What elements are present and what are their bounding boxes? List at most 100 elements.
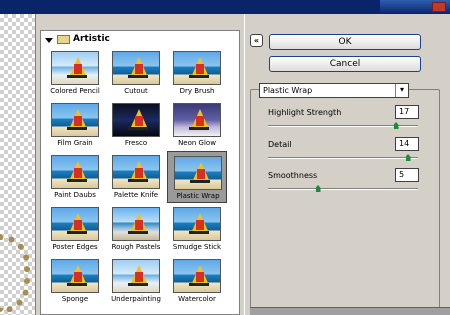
filter-thumb-neon-glow[interactable]: Neon Glow [167, 99, 227, 151]
detail-slider-track[interactable] [268, 157, 418, 159]
filter-preview-image [112, 155, 160, 189]
filter-label: Colored Pencil [50, 87, 100, 95]
filter-label: Smudge Stick [172, 243, 222, 251]
filter-preview-image [112, 51, 160, 85]
folder-icon [57, 35, 70, 44]
boat-hull [189, 127, 209, 130]
boat-sail2 [135, 272, 143, 282]
ok-button[interactable]: OK [269, 34, 421, 50]
smoothness-label: Smoothness [268, 171, 318, 180]
boat-sail2 [74, 168, 82, 178]
filter-preview-image [173, 51, 221, 85]
filter-select-value: Plastic Wrap [263, 86, 313, 95]
preview-image-rope [0, 234, 30, 314]
boat-sail2 [74, 116, 82, 126]
filter-label: Rough Pastels [111, 243, 161, 251]
boat-sail2 [74, 64, 82, 74]
boat-hull [67, 179, 87, 182]
filter-thumb-film-grain[interactable]: Film Grain [45, 99, 105, 151]
highlight-strength-input[interactable]: 17 [395, 105, 419, 119]
boat-hull [128, 75, 148, 78]
filter-thumb-smudge-stick[interactable]: Smudge Stick [167, 203, 227, 255]
boat-sail2 [197, 169, 205, 179]
expand-triangle-icon[interactable] [45, 38, 53, 43]
filter-label: Cutout [124, 87, 148, 95]
smoothness-input[interactable]: 5 [395, 168, 419, 182]
category-header[interactable]: Artistic [43, 33, 233, 47]
boat-sail2 [196, 64, 204, 74]
boat-hull [128, 231, 148, 234]
detail-input[interactable]: 14 [395, 137, 419, 151]
boat-sail2 [74, 220, 82, 230]
filter-thumb-cutout[interactable]: Cutout [106, 47, 166, 99]
boat-hull [67, 127, 87, 130]
boat-sail2 [196, 272, 204, 282]
boat-sail2 [135, 116, 143, 126]
filter-thumb-fresco[interactable]: Fresco [106, 99, 166, 151]
collapse-gallery-button[interactable]: « [250, 34, 263, 47]
filter-preview-image [112, 259, 160, 293]
filter-options-box [250, 89, 440, 315]
filter-label: Film Grain [57, 139, 93, 147]
filter-thumb-watercolor[interactable]: Watercolor [167, 255, 227, 307]
filter-thumb-rough-pastels[interactable]: Rough Pastels [106, 203, 166, 255]
boat-sail2 [196, 116, 204, 126]
cancel-button[interactable]: Cancel [269, 56, 421, 72]
filter-label: Poster Edges [52, 243, 98, 251]
filter-label: Paint Daubs [54, 191, 96, 199]
smoothness-slider-track[interactable] [268, 188, 418, 190]
filter-preview-image [51, 259, 99, 293]
image-preview[interactable] [0, 14, 36, 315]
filter-preview-image [51, 103, 99, 137]
filter-preview-image [51, 155, 99, 189]
filter-label: Underpainting [111, 295, 161, 303]
filter-preview-image [174, 156, 222, 190]
category-title: Artistic [73, 34, 110, 44]
filter-preview-image [51, 51, 99, 85]
boat-sail2 [74, 272, 82, 282]
boat-hull [128, 283, 148, 286]
boat-hull [67, 283, 87, 286]
boat-hull [67, 231, 87, 234]
filter-gallery: Artistic Colored Pencil Cutout Dry Brush Fi… [40, 30, 240, 315]
filter-label: Fresco [124, 139, 148, 147]
filter-thumb-poster-edges[interactable]: Poster Edges [45, 203, 105, 255]
filter-preview-image [173, 207, 221, 241]
filter-preview-image [173, 259, 221, 293]
filter-thumb-colored-pencil[interactable]: Colored Pencil [45, 47, 105, 99]
detail-label: Detail [268, 140, 292, 149]
filter-label: Neon Glow [178, 139, 216, 147]
filter-select[interactable]: Plastic Wrap ▾ [259, 83, 409, 98]
chevron-down-icon[interactable]: ▾ [395, 84, 408, 97]
boat-hull [67, 75, 87, 78]
boat-hull [128, 127, 148, 130]
filter-label: Sponge [61, 295, 89, 303]
boat-hull [189, 75, 209, 78]
filter-thumb-palette-knife[interactable]: Palette Knife [106, 151, 166, 203]
filter-label: Plastic Wrap [176, 192, 220, 200]
boat-hull [189, 283, 209, 286]
close-icon[interactable] [432, 2, 446, 12]
boat-sail2 [135, 220, 143, 230]
filter-preview-image [112, 207, 160, 241]
boat-sail2 [196, 220, 204, 230]
filter-preview-image [112, 103, 160, 137]
boat-hull [190, 180, 210, 183]
filter-label: Dry Brush [179, 87, 215, 95]
boat-sail2 [135, 64, 143, 74]
filter-preview-image [51, 207, 99, 241]
filter-label: Palette Knife [113, 191, 159, 199]
title-bar [0, 0, 450, 14]
filter-thumb-sponge[interactable]: Sponge [45, 255, 105, 307]
boat-sail2 [135, 168, 143, 178]
filter-label: Watercolor [178, 295, 216, 303]
filter-preview-image [173, 103, 221, 137]
filter-thumb-underpainting[interactable]: Underpainting [106, 255, 166, 307]
boat-hull [128, 179, 148, 182]
filter-thumb-plastic-wrap[interactable]: Plastic Wrap [167, 151, 227, 203]
effect-layers-strip [250, 307, 450, 315]
filter-thumb-dry-brush[interactable]: Dry Brush [167, 47, 227, 99]
highlight-strength-label: Highlight Strength [268, 108, 342, 117]
boat-hull [189, 231, 209, 234]
filter-thumb-paint-daubs[interactable]: Paint Daubs [45, 151, 105, 203]
